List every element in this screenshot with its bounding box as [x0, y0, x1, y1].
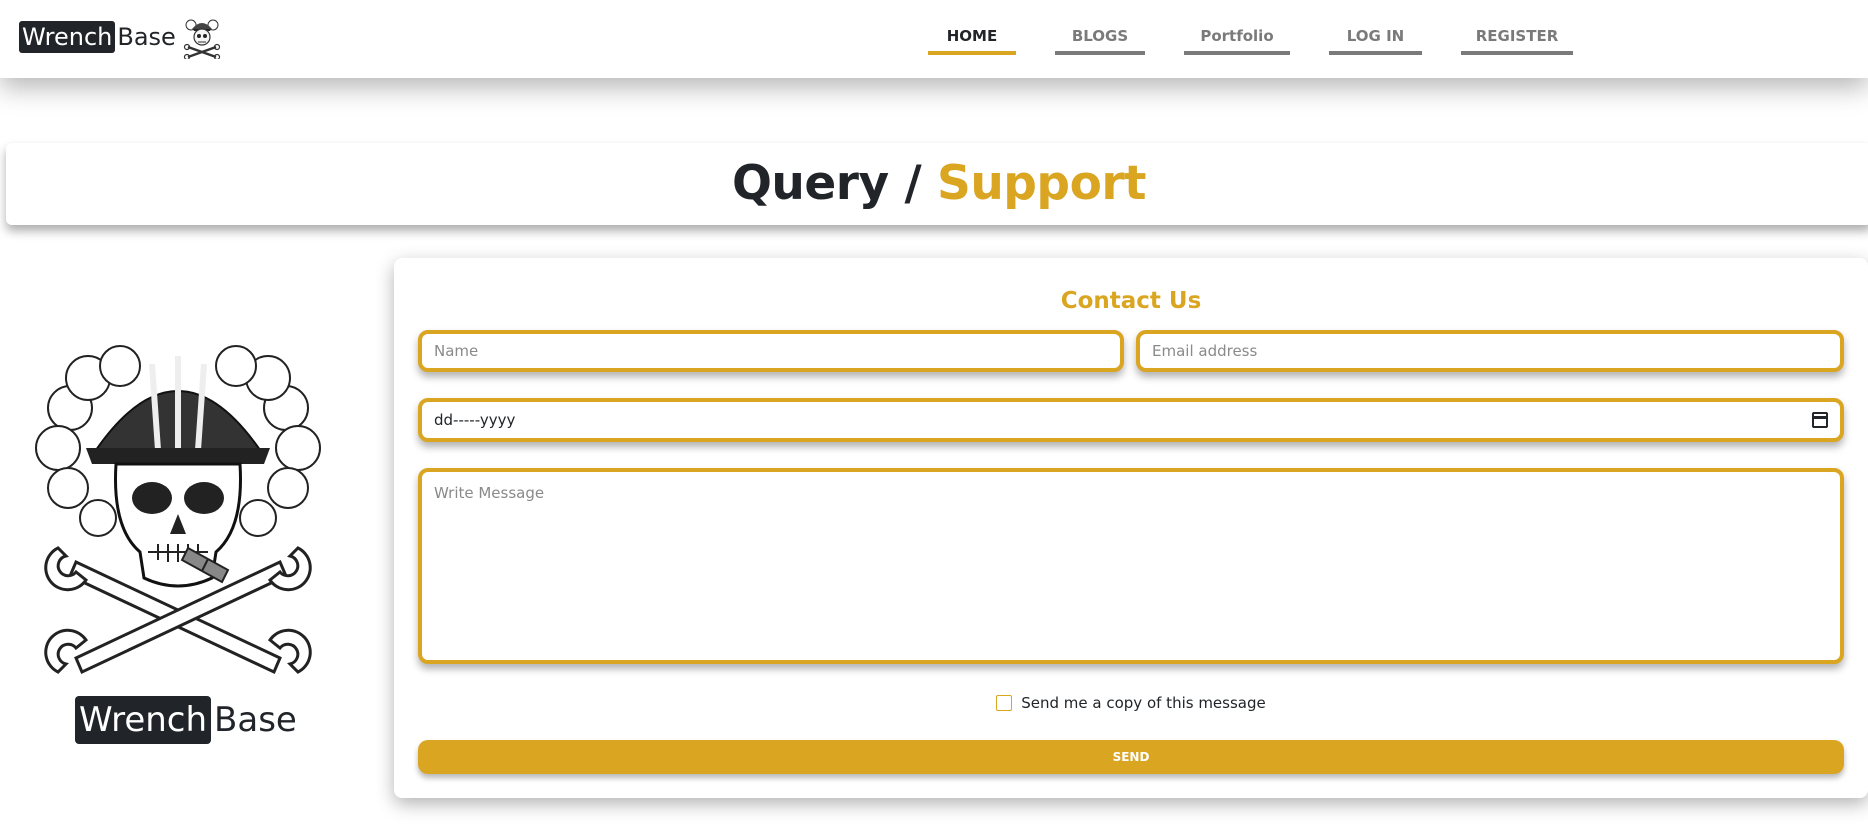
nav-register-link[interactable]: REGISTER [1461, 24, 1573, 55]
brand-base-text: Base [117, 22, 176, 51]
logo-panel: Wrench Base [28, 338, 328, 748]
copy-checkbox-label[interactable]: Send me a copy of this message [1021, 694, 1265, 712]
skull-hardhat-icon [183, 19, 220, 59]
copy-option: Send me a copy of this message [394, 694, 1868, 712]
date-input[interactable]: dd-----yyyy [418, 398, 1844, 442]
skull-crossed-wrenches-icon [35, 345, 321, 675]
nav-portfolio-link[interactable]: Portfolio [1184, 24, 1290, 55]
calendar-icon[interactable] [1812, 412, 1828, 428]
nav-login-link[interactable]: LOG IN [1329, 24, 1422, 55]
name-input[interactable] [418, 330, 1124, 372]
brand-wrench-text: Wrench [19, 20, 116, 53]
copy-checkbox[interactable] [996, 695, 1013, 711]
page-title-query: Query / [731, 156, 937, 211]
page-header: Query / Support [6, 143, 1868, 225]
email-input[interactable] [1136, 330, 1844, 372]
nav-blogs-link[interactable]: BLOGS [1055, 24, 1145, 55]
top-navbar: Wrench Base HOME BLOGS Portfolio LOG IN … [0, 0, 1868, 78]
page-title: Query / Support [6, 157, 1868, 211]
brand-logo-link[interactable]: Wrench Base [19, 18, 222, 59]
send-button[interactable]: SEND [418, 740, 1844, 774]
page-title-support: Support [936, 156, 1147, 211]
contact-form-card: Contact Us dd-----yyyy Send me a copy of… [394, 258, 1868, 798]
message-textarea[interactable] [418, 468, 1844, 664]
panel-brand-wrench: Wrench [75, 696, 212, 744]
panel-brand-base: Base [214, 700, 297, 740]
panel-brand: Wrench Base [75, 696, 297, 744]
date-value: dd-----yyyy [434, 411, 516, 429]
nav-home-link[interactable]: HOME [928, 24, 1016, 55]
contact-title: Contact Us [1060, 288, 1202, 314]
